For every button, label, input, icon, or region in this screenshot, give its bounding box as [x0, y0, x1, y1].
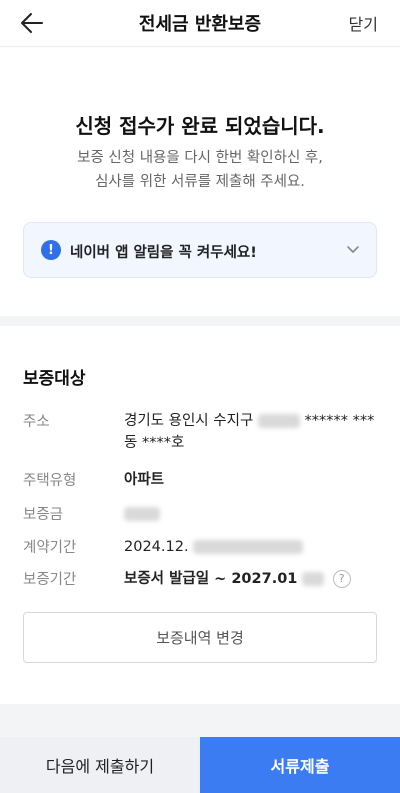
address-part: ****** ***: [304, 413, 375, 429]
completion-description: 보증 신청 내용을 다시 한번 확인하신 후, 심사를 위한 서류를 제출해 주…: [0, 146, 400, 194]
contract-period-text: 2024.12.: [124, 539, 189, 555]
redacted-text: [193, 540, 304, 554]
notice-text: 네이버 앱 알림을 꼭 켜두세요!: [70, 245, 257, 261]
section-title: 보증대상: [23, 369, 86, 389]
completion-title: 신청 접수가 완료 되었습니다.: [75, 114, 325, 138]
guarantee-period-value: 보증서 발급일 ~ 2027.01 ?: [124, 568, 377, 590]
info-row-deposit: 보증금: [23, 503, 377, 525]
address-part: 경기도 용인시 수지구: [124, 413, 254, 429]
bottom-action-bar: 다음에 제출하기 서류제출: [0, 737, 400, 793]
deposit-value: [124, 503, 377, 525]
housing-type-value: 아파트: [124, 472, 165, 488]
row-label: 주택유형: [23, 473, 77, 489]
info-row-guarantee-period: 보증기간 보증서 발급일 ~ 2027.01 ?: [23, 568, 377, 590]
description-line-2: 심사를 위한 서류를 제출해 주세요.: [95, 174, 305, 190]
help-icon[interactable]: ?: [332, 570, 351, 588]
address-value: 경기도 용인시 수지구 ****** *** 동 ****호: [124, 410, 377, 454]
redacted-text: [124, 507, 160, 521]
row-label: 보증금: [23, 507, 64, 523]
page-title: 전세금 반환보증: [138, 14, 262, 35]
section-separator: [0, 316, 400, 326]
info-row-contract-period: 계약기간 2024.12.: [23, 536, 377, 558]
close-button[interactable]: 닫기: [349, 11, 378, 35]
submit-later-button[interactable]: 다음에 제출하기: [0, 737, 200, 793]
redacted-text: [302, 572, 324, 586]
redacted-text: [257, 414, 300, 428]
row-label: 주소: [23, 414, 50, 430]
info-row-address: 주소 경기도 용인시 수지구 ****** *** 동 ****호: [23, 410, 377, 456]
bottom-spacer: [0, 704, 400, 737]
info-row-housing-type: 주택유형 아파트: [23, 469, 377, 491]
contract-period-value: 2024.12.: [124, 536, 377, 558]
change-guarantee-button[interactable]: 보증내역 변경: [23, 612, 377, 663]
guarantee-period-text: 보증서 발급일 ~ 2027.01: [124, 571, 298, 587]
row-label: 보증기간: [23, 572, 77, 588]
info-icon: !: [41, 240, 61, 260]
chevron-down-icon[interactable]: [346, 243, 360, 257]
address-part: 동 ****호: [124, 435, 185, 451]
app-notification-notice[interactable]: ! 네이버 앱 알림을 꼭 켜두세요!: [23, 222, 377, 278]
row-label: 계약기간: [23, 540, 77, 556]
header-divider: [0, 46, 400, 47]
submit-documents-button[interactable]: 서류제출: [200, 737, 400, 793]
description-line-1: 보증 신청 내용을 다시 한번 확인하신 후,: [77, 150, 323, 166]
app-header: 전세금 반환보증 닫기: [0, 0, 400, 46]
